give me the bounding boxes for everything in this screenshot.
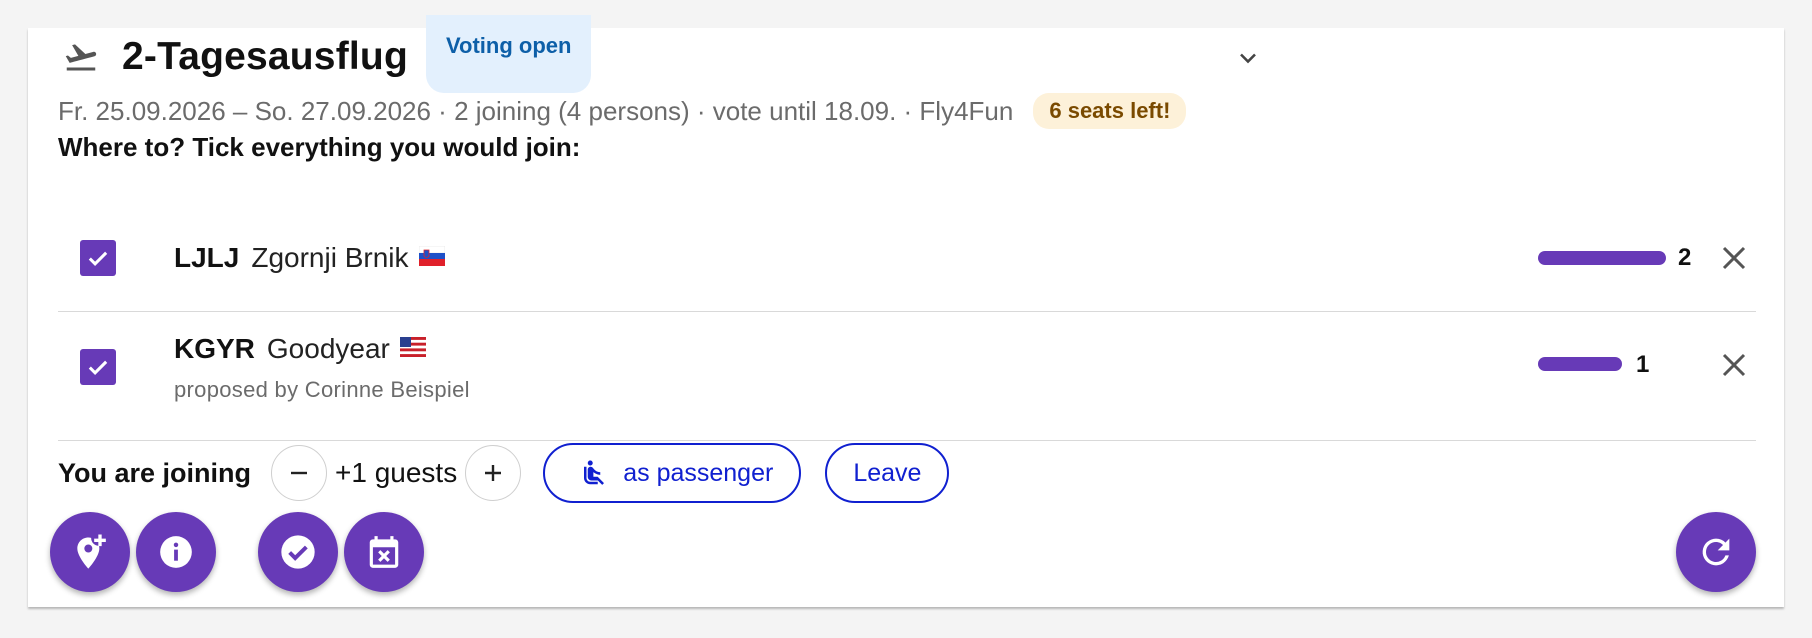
event-busy-icon [369,536,399,568]
destination-checkbox[interactable] [80,240,116,276]
info-button[interactable] [136,512,216,592]
minus-icon [291,471,308,475]
guest-count: +1 guests [335,457,458,488]
passenger-role-label: as passenger [623,458,774,487]
destination-label: KGYR Goodyear [174,329,426,369]
flight-takeoff-icon [58,34,104,80]
airport-name: Zgornji Brnik [251,242,409,273]
vote-count: 2 [1678,244,1692,271]
close-icon[interactable] [1714,345,1754,385]
trip-card: 2-Tagesausflug Voting open Fr. 25.09.202… [28,15,1784,607]
slovenia-flag-icon [418,245,445,271]
joining-label: You are joining [58,457,252,488]
seat-icon [584,460,605,485]
usa-flag-icon [399,336,426,362]
passenger-role-button[interactable]: as passenger [543,443,802,503]
vote-count: 1 [1636,351,1650,378]
destination-row: KGYR Goodyear proposed by Corinne Beispi… [58,313,1756,441]
confirm-button[interactable] [258,512,338,592]
add-destination-button[interactable] [50,512,130,592]
seats-badge: 6 seats left! [1033,93,1187,129]
status-badge: Voting open [425,15,592,93]
cancel-date-button[interactable] [344,512,424,592]
refresh-icon [1702,538,1730,566]
airport-code: LJLJ [174,242,240,273]
joining-bar: You are joining +1 guests as passenger L… [58,442,950,504]
add-location-icon [77,534,106,569]
leave-button[interactable]: Leave [825,443,950,503]
airport-code: KGYR [174,333,255,364]
check-circle-icon [281,535,315,569]
refresh-button[interactable] [1676,512,1756,592]
destination-question: Where to? Tick everything you would join… [58,132,581,162]
chevron-down-icon[interactable] [1228,38,1268,78]
destination-label: LJLJ Zgornji Brnik [174,238,445,278]
trip-title: 2-Tagesausflug [122,35,408,78]
close-icon[interactable] [1714,238,1754,278]
info-icon [160,536,192,568]
trip-details-text: Fr. 25.09.2026 – So. 27.09.2026 · 2 join… [58,95,1014,126]
decrease-guests-button[interactable] [271,445,328,501]
leave-label: Leave [853,458,922,487]
destination-row: LJLJ Zgornji Brnik 2 [58,188,1756,312]
trip-header: 2-Tagesausflug Voting open [58,15,592,93]
plus-icon [485,465,502,481]
proposed-by: proposed by Corinne Beispiel [174,377,470,402]
airport-name: Goodyear [266,333,390,364]
destination-checkbox[interactable] [80,349,116,385]
vote-bar [1538,357,1622,371]
vote-bar [1538,251,1666,265]
trip-details: Fr. 25.09.2026 – So. 27.09.2026 · 2 join… [58,88,1187,134]
increase-guests-button[interactable] [465,445,522,501]
